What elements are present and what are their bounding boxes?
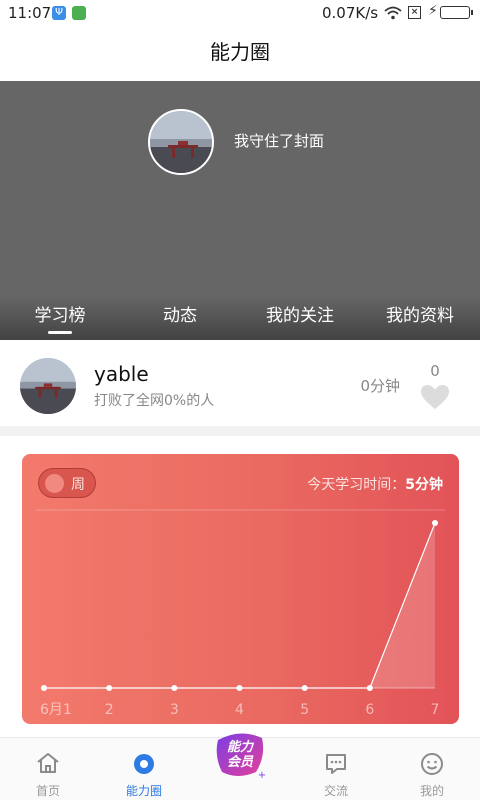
avatar-photo-icon [150, 111, 212, 173]
chart-series-line [44, 522, 436, 689]
study-minutes: 0分钟 [360, 377, 400, 395]
today-label: 今天学习时间： [307, 477, 406, 493]
chart-x-tick-label: 4 [235, 702, 244, 718]
period-toggle[interactable]: 周 [38, 468, 96, 498]
charging-icon: ⚡ [428, 3, 438, 19]
vip-badge-line1: 能力 [227, 739, 255, 755]
vip-badge-line2: 会员 [227, 754, 254, 770]
vip-badge-icon: 能力 会员 + [216, 733, 266, 780]
chart-x-tick-label: 6月1 [40, 702, 72, 718]
status-time: 11:07 [8, 4, 52, 22]
battery-icon [440, 6, 473, 19]
user-rank-text: 打败了全网0%的人 [94, 393, 215, 409]
chart-x-tick-label: 5 [300, 702, 309, 718]
heart-icon[interactable] [420, 384, 450, 410]
chart-point [236, 685, 243, 691]
chart-x-tick-label: 6 [365, 702, 374, 718]
nav-label-ability-circle: 能力圈 [125, 784, 162, 798]
circle-icon [134, 754, 154, 774]
chart-area [44, 523, 435, 688]
nav-label-mine: 我的 [419, 784, 444, 798]
nav-label-home: 首页 [35, 784, 60, 798]
nav-mine[interactable]: 我的 [384, 738, 480, 800]
chart-point [106, 685, 113, 691]
chart-point [171, 685, 178, 691]
like-count: 0 [430, 362, 440, 380]
title-bar: 能力圈 [0, 26, 480, 81]
user-name: yable [94, 362, 149, 386]
chart-point [301, 685, 308, 691]
usb-icon: Ψ [52, 6, 66, 20]
avatar-photo-icon [20, 358, 76, 414]
tab-bar: 学习榜 动态 我的关注 我的资料 [0, 296, 480, 340]
chart-x-tick-label: 2 [105, 702, 114, 718]
smile-icon [421, 753, 443, 775]
tab-ranking[interactable]: 学习榜 [0, 296, 120, 340]
chart-x-tick-label: 7 [431, 702, 440, 718]
nav-chat[interactable]: 交流 [288, 738, 384, 800]
section-divider [0, 426, 480, 436]
tab-activity[interactable]: 动态 [120, 296, 240, 340]
bottom-nav: 首页 能力圈 能力 会员 + 交流 我的 [0, 733, 480, 800]
page-title: 能力圈 [210, 40, 270, 64]
toggle-label: 周 [71, 477, 85, 493]
no-sim-icon: × [408, 6, 421, 19]
status-bar: 11:07 Ψ 0.07K/s × ⚡ [0, 0, 480, 26]
study-chart-card: 6月1 2 3 4 5 6 7 周 今天学习时间：5分钟 [22, 454, 459, 724]
toggle-knob [45, 474, 64, 493]
cover-area[interactable]: 我守住了封面 学习榜 动态 我的关注 我的资料 [0, 81, 480, 340]
network-speed: 0.07K/s [322, 4, 379, 22]
chart-point [366, 685, 373, 691]
today-value: 5分钟 [405, 477, 443, 493]
chart-x-tick-label: 3 [170, 702, 179, 718]
user-rank-row[interactable]: yable 打败了全网0%的人 0分钟 0 [0, 340, 480, 426]
nav-home[interactable]: 首页 [0, 738, 96, 800]
chat-icon [326, 754, 346, 774]
svg-text:+: + [258, 770, 266, 780]
cover-caption: 我守住了封面 [234, 132, 325, 150]
nav-vip[interactable]: 能力 会员 + [192, 733, 288, 800]
home-icon [37, 753, 59, 773]
nav-ability-circle[interactable]: 能力圈 [96, 738, 192, 800]
chart-point [432, 520, 438, 526]
chart-point [41, 685, 47, 691]
tab-my-profile[interactable]: 我的资料 [360, 296, 480, 340]
android-icon [72, 6, 86, 20]
today-study-time: 今天学习时间：5分钟 [307, 474, 443, 494]
avatar[interactable] [20, 358, 76, 414]
tab-following[interactable]: 我的关注 [240, 296, 360, 340]
wifi-icon [384, 6, 402, 20]
nav-label-chat: 交流 [323, 784, 348, 798]
profile-avatar[interactable] [148, 109, 214, 175]
